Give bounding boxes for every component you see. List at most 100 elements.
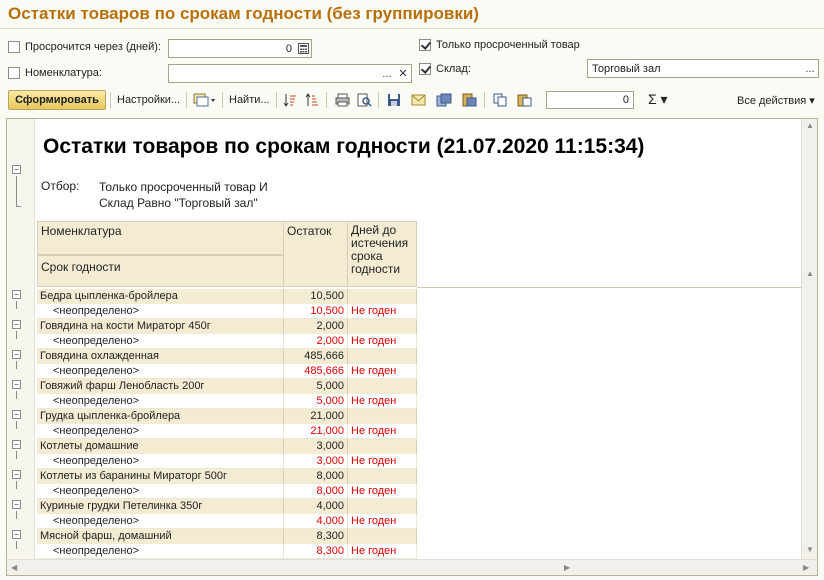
scroll-right-icon[interactable]: ▶ <box>803 563 809 572</box>
nomenclature-clear-icon[interactable]: ✕ <box>395 65 411 82</box>
shelf-life-balance: 21,000 <box>284 424 348 439</box>
find-button[interactable]: Найти... <box>229 94 270 106</box>
save-icon[interactable] <box>386 92 402 108</box>
nomenclature-input[interactable]: ... ✕ <box>168 64 412 83</box>
warehouse-value: Торговый зал <box>592 62 661 75</box>
item-days-left <box>348 439 417 454</box>
copy-icon[interactable] <box>492 92 508 108</box>
column-header-balance[interactable]: Остаток <box>283 221 348 287</box>
outline-collapse-icon[interactable]: − <box>12 440 21 449</box>
scroll-up-icon[interactable]: ▲ <box>806 121 814 130</box>
scroll-down-icon[interactable]: ▼ <box>806 545 814 554</box>
outline-collapse-icon[interactable]: − <box>12 530 21 539</box>
sort-descending-icon[interactable] <box>304 92 320 108</box>
outline-line <box>16 361 17 369</box>
horizontal-scrollbar[interactable]: ◀ ▶ ▶ <box>7 559 817 575</box>
outline-line <box>16 331 17 339</box>
table-row[interactable]: <неопределено> 2,000 Не годен <box>37 334 417 349</box>
table-row[interactable]: <неопределено> 8,300 Не годен <box>37 544 417 559</box>
generate-button[interactable]: Сформировать <box>8 90 106 110</box>
all-actions-menu[interactable]: Все действия ▾ <box>737 94 815 107</box>
table-row[interactable]: Грудка цыпленка-бройлера 21,000 <box>37 409 417 424</box>
table-row[interactable]: Куриные грудки Петелинка 350г 4,000 <box>37 499 417 514</box>
amount-field[interactable]: 0 <box>546 91 634 109</box>
shelf-life-balance: 10,500 <box>284 304 348 319</box>
outline-line <box>16 481 17 489</box>
sort-ascending-icon[interactable] <box>282 92 298 108</box>
table-row[interactable]: Котлеты домашние 3,000 <box>37 439 417 454</box>
shelf-life-balance: 4,000 <box>284 514 348 529</box>
outline-collapse-icon[interactable]: − <box>12 165 21 174</box>
expiry-status: Не годен <box>348 364 417 379</box>
paste-table-icon[interactable] <box>461 92 477 108</box>
nomenclature-select-button[interactable]: ... <box>379 65 395 82</box>
grid-line <box>417 287 801 288</box>
table-row[interactable]: <неопределено> 5,000 Не годен <box>37 394 417 409</box>
item-balance: 8,300 <box>284 529 348 544</box>
calculator-icon[interactable] <box>295 40 311 57</box>
sum-button[interactable]: Σ ▾ <box>648 91 668 108</box>
column-header-nomenclature[interactable]: Номенклатура <box>37 221 284 255</box>
item-days-left <box>348 379 417 394</box>
print-preview-icon[interactable] <box>356 92 372 108</box>
scroll-marker-icon: ▶ <box>564 563 571 572</box>
item-days-left <box>348 409 417 424</box>
item-name: Куриные грудки Петелинка 350г <box>37 499 284 514</box>
variant-dropdown-icon[interactable] <box>192 92 218 108</box>
expiry-status: Не годен <box>348 334 417 349</box>
table-row[interactable]: <неопределено> 21,000 Не годен <box>37 424 417 439</box>
table-row[interactable]: <неопределено> 10,500 Не годен <box>37 304 417 319</box>
nomenclature-checkbox[interactable] <box>8 67 20 79</box>
scroll-left-icon[interactable]: ◀ <box>11 563 17 572</box>
table-row[interactable]: Говяжий фарш Ленобласть 200г 5,000 <box>37 379 417 394</box>
expiry-status: Не годен <box>348 394 417 409</box>
item-name: Бедра цыпленка-бройлера <box>37 289 284 304</box>
outline-collapse-icon[interactable]: − <box>12 500 21 509</box>
table-row[interactable]: Мясной фарш, домашний 8,300 <box>37 529 417 544</box>
report-toolbar: Сформировать Настройки... Найти... 0 Σ ▾… <box>6 88 820 112</box>
column-header-days-left[interactable]: Дней до истечения срока годности <box>347 221 417 287</box>
item-name: Говяжий фарш Ленобласть 200г <box>37 379 284 394</box>
copy-table-icon[interactable] <box>436 92 452 108</box>
shelf-life-balance: 3,000 <box>284 454 348 469</box>
paste-icon[interactable] <box>516 92 532 108</box>
table-row[interactable]: <неопределено> 8,000 Не годен <box>37 484 417 499</box>
column-header-shelf-life[interactable]: Срок годности <box>37 255 284 287</box>
outline-line <box>16 301 17 309</box>
outline-line <box>16 176 17 206</box>
expires-days-input[interactable]: 0 <box>168 39 312 58</box>
table-row[interactable]: Говядина на кости Мираторг 450г 2,000 <box>37 319 417 334</box>
outline-collapse-icon[interactable]: − <box>12 470 21 479</box>
item-balance: 5,000 <box>284 379 348 394</box>
outline-collapse-icon[interactable]: − <box>12 290 21 299</box>
mail-icon[interactable] <box>410 92 426 108</box>
settings-button[interactable]: Настройки... <box>117 94 180 106</box>
table-row[interactable]: <неопределено> 4,000 Не годен <box>37 514 417 529</box>
table-row[interactable]: Говядина охлажденная 485,666 <box>37 349 417 364</box>
item-name: Котлеты из баранины Мираторг 500г <box>37 469 284 484</box>
shelf-life-value: <неопределено> <box>37 334 284 349</box>
report-spreadsheet[interactable]: − − − − − − − − − − Остатки товаров по с… <box>6 118 818 576</box>
print-icon[interactable] <box>334 92 350 108</box>
table-row[interactable]: Бедра цыпленка-бройлера 10,500 <box>37 289 417 304</box>
table-row[interactable]: Котлеты из баранины Мираторг 500г 8,000 <box>37 469 417 484</box>
outline-collapse-icon[interactable]: − <box>12 350 21 359</box>
only-expired-filter: Только просроченный товар <box>419 39 580 51</box>
table-row[interactable]: <неопределено> 485,666 Не годен <box>37 364 417 379</box>
outline-collapse-icon[interactable]: − <box>12 410 21 419</box>
warehouse-select-button[interactable]: ... <box>802 60 818 77</box>
expiry-status: Не годен <box>348 454 417 469</box>
outline-collapse-icon[interactable]: − <box>12 320 21 329</box>
outline-line <box>16 391 17 399</box>
outline-collapse-icon[interactable]: − <box>12 380 21 389</box>
table-row[interactable]: <неопределено> 3,000 Не годен <box>37 454 417 469</box>
expires-days-value: 0 <box>285 42 292 55</box>
warehouse-checkbox[interactable] <box>419 63 431 75</box>
only-expired-checkbox[interactable] <box>419 39 431 51</box>
toolbar-separator <box>110 92 111 108</box>
toolbar-separator <box>186 92 187 108</box>
warehouse-input[interactable]: Торговый зал ... <box>587 59 819 78</box>
expires-checkbox[interactable] <box>8 41 20 53</box>
vertical-scrollbar[interactable]: ▲ ▲ ▼ <box>801 119 817 559</box>
shelf-life-value: <неопределено> <box>37 454 284 469</box>
